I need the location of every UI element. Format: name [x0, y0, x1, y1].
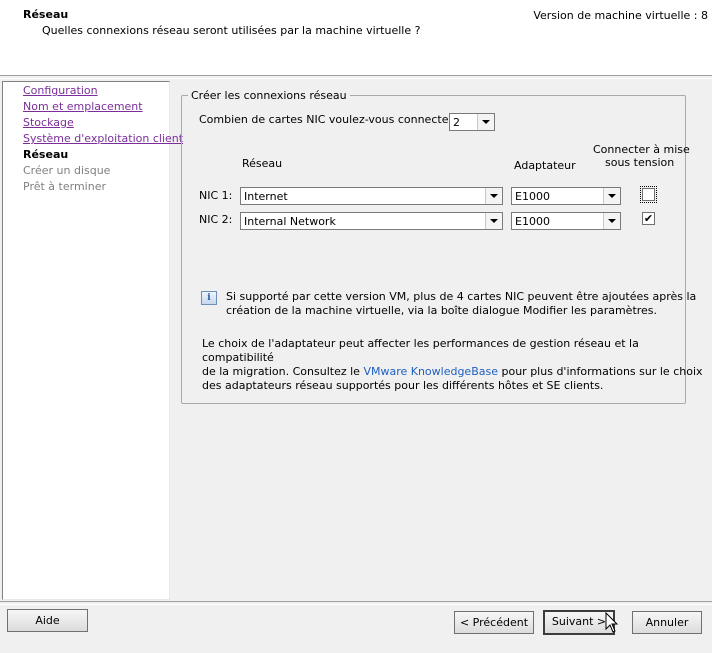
chevron-down-icon[interactable]	[485, 188, 502, 204]
nic1-label: NIC 1:	[199, 189, 233, 202]
help-button[interactable]: Aide	[7, 609, 88, 632]
info-text-line2: création de la machine virtuelle, via la…	[226, 304, 658, 317]
nic2-network-value: Internal Network	[244, 215, 336, 228]
note-line1: Le choix de l'adaptateur peut affecter l…	[202, 337, 639, 364]
sidebar-item-configuration[interactable]: Configuration	[23, 84, 98, 97]
nic2-label: NIC 2:	[199, 213, 233, 226]
nic2-adapter-value: E1000	[515, 215, 550, 228]
sidebar-item-systeme-exploitation[interactable]: Système d'exploitation client	[23, 132, 183, 145]
nic2-connect-checkbox[interactable]: ✔	[642, 212, 655, 225]
back-button[interactable]: < Précédent	[454, 611, 534, 634]
nic2-adapter-select[interactable]: E1000	[511, 212, 621, 230]
info-text: Si supporté par cette version VM, plus d…	[226, 290, 696, 318]
info-icon: i	[201, 291, 217, 305]
chevron-down-icon[interactable]	[603, 213, 620, 229]
nic1-connect-checkbox[interactable]	[640, 186, 657, 203]
sidebar-item-creer-disque: Créer un disque	[23, 164, 111, 177]
column-header-adapter: Adaptateur	[514, 159, 576, 172]
chevron-down-icon[interactable]	[477, 114, 494, 130]
nic1-network-value: Internet	[244, 190, 288, 203]
header-divider	[0, 75, 712, 79]
note-line3: des adaptateurs réseau supportés pour le…	[202, 379, 604, 392]
nic-count-value: 2	[453, 116, 460, 129]
note-line2-pre: de la migration. Consultez le	[202, 365, 364, 378]
footer-divider	[0, 601, 712, 605]
group-title: Créer les connexions réseau	[188, 89, 350, 102]
chevron-down-icon[interactable]	[485, 213, 502, 229]
sidebar-item-nom-emplacement[interactable]: Nom et emplacement	[23, 100, 143, 113]
nic1-adapter-select[interactable]: E1000	[511, 187, 621, 205]
sidebar-item-pret-terminer: Prêt à terminer	[23, 180, 106, 193]
nic1-adapter-value: E1000	[515, 190, 550, 203]
vmware-kb-link[interactable]: VMware KnowledgeBase	[363, 365, 498, 378]
cancel-button[interactable]: Annuler	[632, 611, 702, 634]
nic-count-label: Combien de cartes NIC voulez-vous connec…	[199, 113, 463, 126]
nic-count-select[interactable]: 2	[449, 113, 495, 131]
note-line2: de la migration. Consultez le VMware Kno…	[202, 365, 712, 379]
column-header-connect-line1: Connecter à mise	[593, 143, 690, 156]
note-line2-post: pour plus d'informations sur le choix	[498, 365, 703, 378]
page-title: Réseau	[23, 8, 69, 21]
wizard-steps-sidebar: Configuration Nom et emplacement Stockag…	[2, 81, 183, 600]
page-subtitle: Quelles connexions réseau seront utilisé…	[42, 24, 421, 37]
sidebar-item-stockage[interactable]: Stockage	[23, 116, 74, 129]
mouse-cursor-icon	[605, 612, 619, 633]
adapter-note: Le choix de l'adaptateur peut affecter l…	[202, 337, 712, 393]
nic1-network-select[interactable]: Internet	[240, 187, 503, 205]
vm-version-label: Version de machine virtuelle : 8	[533, 9, 708, 22]
chevron-down-icon[interactable]	[603, 188, 620, 204]
wizard-header: Réseau Quelles connexions réseau seront …	[0, 0, 712, 75]
sidebar-item-reseau: Réseau	[23, 148, 69, 161]
info-text-line1: Si supporté par cette version VM, plus d…	[226, 290, 697, 303]
column-header-network: Réseau	[242, 157, 283, 170]
column-header-connect-line2: sous tension	[605, 156, 675, 169]
nic2-network-select[interactable]: Internal Network	[240, 212, 503, 230]
